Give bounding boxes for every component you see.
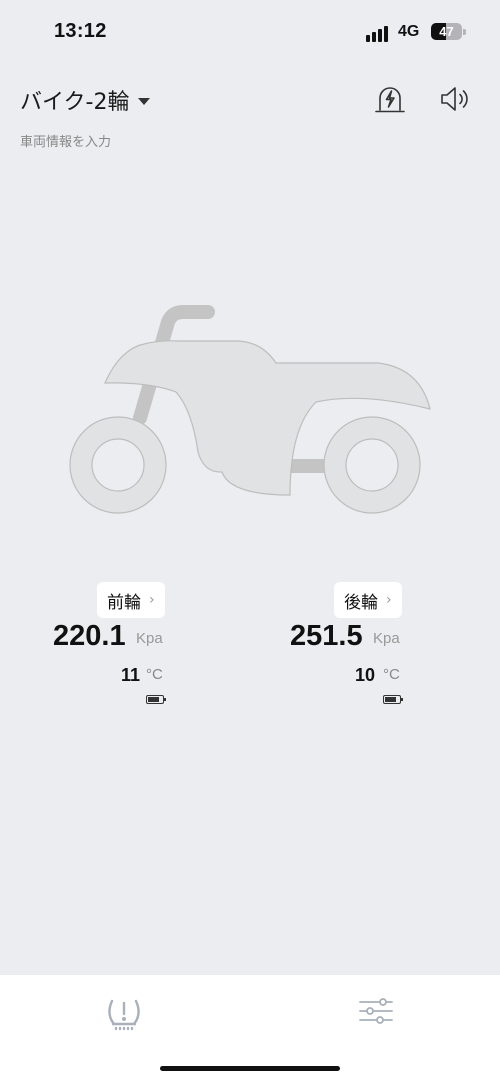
rear-sensor-battery-icon xyxy=(383,695,403,704)
cellular-signal-icon xyxy=(366,24,392,42)
chevron-right-icon: › xyxy=(386,592,392,608)
network-type: 4G xyxy=(398,23,420,40)
chevron-right-icon: › xyxy=(149,592,155,608)
front-tire-pressure: 220.1 xyxy=(53,620,126,652)
status-bar: 13:12 4G 47 xyxy=(0,0,500,60)
rear-tire-label: 後輪 xyxy=(344,592,378,613)
front-tire-card: 前輪 › 220.1 Kpa 11 °C xyxy=(0,582,200,712)
settings-sliders-icon xyxy=(359,998,393,1024)
rear-sensor-battery-fill xyxy=(385,697,396,702)
speaker-icon[interactable] xyxy=(438,82,472,116)
vehicle-selector[interactable]: バイク-2輪 xyxy=(20,84,150,116)
front-pressure-unit: Kpa xyxy=(136,630,163,647)
battery-icon: 47 xyxy=(431,23,462,40)
vehicle-info-link[interactable]: 車両情報を入力 xyxy=(20,131,111,150)
tire-pressure-warning-icon xyxy=(108,999,140,1031)
battery-nub xyxy=(463,29,466,35)
screen: 13:12 4G 47 バイク-2輪 車両情報を入力 前輪 › 220.1 Kp… xyxy=(0,0,500,1082)
rear-temperature-unit: °C xyxy=(383,666,400,683)
tab-settings[interactable] xyxy=(352,987,400,1035)
vehicle-name: バイク-2輪 xyxy=(20,90,130,115)
front-tire-button[interactable]: 前輪 › xyxy=(97,582,165,618)
alarm-light-icon[interactable] xyxy=(373,82,407,116)
tab-tire-pressure[interactable] xyxy=(100,987,148,1035)
front-sensor-battery-fill xyxy=(148,697,159,702)
front-sensor-battery-icon xyxy=(146,695,166,704)
rear-tire-pressure: 251.5 xyxy=(290,620,363,652)
rear-tire-temperature: 10 xyxy=(355,665,376,685)
battery-percentage: 47 xyxy=(439,24,454,39)
front-tire-label: 前輪 xyxy=(107,592,141,613)
chevron-down-icon xyxy=(137,97,150,105)
rear-tire-button[interactable]: 後輪 › xyxy=(334,582,402,618)
motorcycle-illustration xyxy=(69,305,431,514)
status-time: 13:12 xyxy=(54,20,107,42)
front-tire-temperature: 11 xyxy=(121,665,141,685)
front-temperature-unit: °C xyxy=(146,666,163,683)
rear-tire-card: 後輪 › 251.5 Kpa 10 °C xyxy=(237,582,437,712)
rear-pressure-unit: Kpa xyxy=(373,630,400,647)
home-indicator xyxy=(160,1066,340,1071)
